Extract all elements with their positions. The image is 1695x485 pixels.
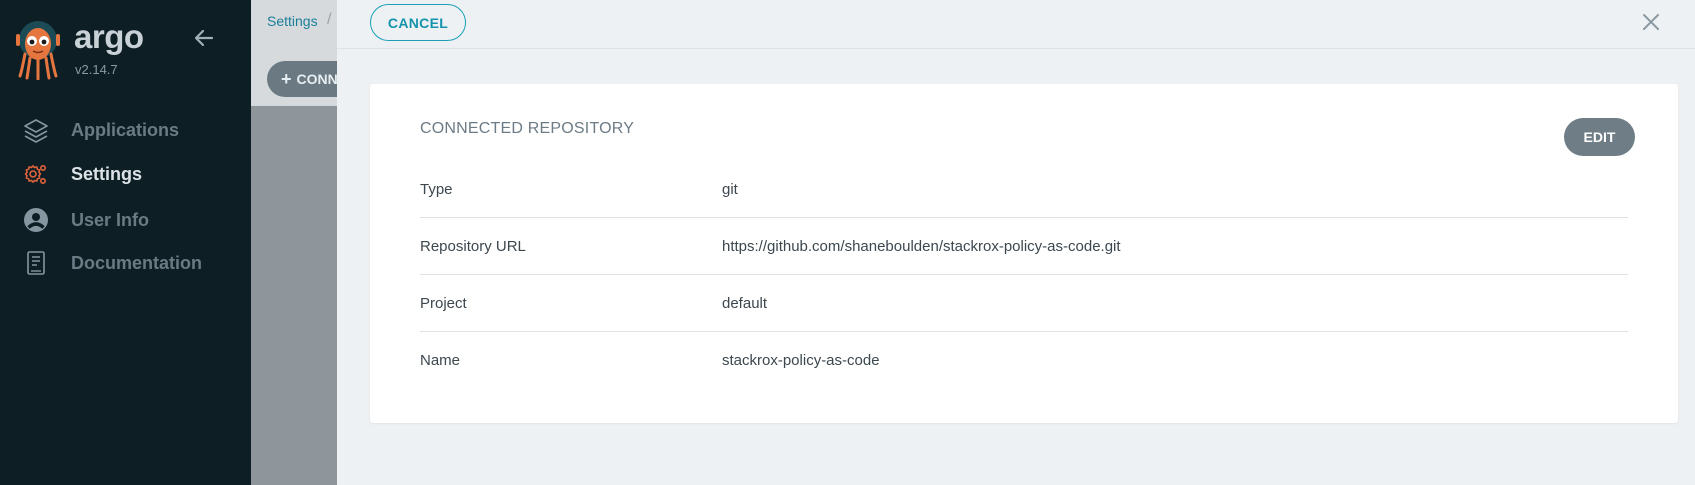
detail-key: Project — [420, 295, 467, 312]
gear-icon — [22, 160, 50, 188]
detail-key: Type — [420, 181, 453, 198]
detail-value: https://github.com/shaneboulden/stackrox… — [722, 238, 1121, 255]
detail-value: stackrox-policy-as-code — [722, 352, 880, 369]
connected-repository-card: CONNECTED REPOSITORY EDIT Type git Repos… — [370, 84, 1678, 423]
sidebar-item-documentation[interactable]: Documentation — [0, 245, 251, 281]
arrow-left-icon — [194, 29, 214, 47]
detail-key: Name — [420, 352, 461, 369]
background-topbar: Settings / + CONNECT — [251, 0, 337, 106]
app-name: argo — [74, 18, 144, 55]
cancel-button[interactable]: CANCEL — [370, 4, 466, 41]
app-version: v2.14.7 — [75, 62, 118, 77]
detail-row-name: Name stackrox-policy-as-code — [420, 332, 1628, 389]
collapse-sidebar-button[interactable] — [190, 24, 218, 52]
sidebar-item-user-info[interactable]: User Info — [0, 202, 251, 238]
breadcrumb-separator: / — [327, 11, 332, 28]
sidebar-item-applications[interactable]: Applications — [0, 112, 251, 148]
sidebar-item-label: Documentation — [71, 252, 203, 273]
connect-repo-button[interactable]: + CONNECT — [267, 61, 337, 97]
plus-icon: + — [281, 69, 292, 89]
detail-value: git — [722, 181, 738, 198]
repository-panel: CANCEL CONNECTED REPOSITORY EDIT Type gi… — [337, 0, 1695, 485]
edit-button[interactable]: EDIT — [1564, 118, 1635, 156]
detail-key: Repository URL — [420, 238, 526, 255]
sidebar-item-label: Settings — [71, 163, 143, 184]
detail-row-project: Project default — [420, 275, 1628, 332]
card-title: CONNECTED REPOSITORY — [420, 120, 635, 137]
layers-icon — [22, 116, 50, 144]
close-icon[interactable] — [1639, 10, 1663, 34]
detail-row-repository-url: Repository URL https://github.com/shaneb… — [420, 218, 1628, 275]
argo-logo — [14, 20, 62, 81]
user-icon — [22, 206, 50, 234]
sidebar-item-label: User Info — [71, 209, 150, 230]
sidebar-item-settings[interactable]: Settings — [0, 156, 251, 192]
detail-row-type: Type git — [420, 161, 1628, 218]
panel-header: CANCEL — [337, 0, 1695, 49]
detail-value: default — [722, 295, 768, 312]
sidebar: argo v2.14.7 Applications Settings User … — [0, 0, 251, 485]
background-page: Settings / + CONNECT — [251, 0, 337, 485]
breadcrumb[interactable]: Settings — [267, 13, 318, 29]
sidebar-item-label: Applications — [71, 119, 180, 140]
connect-label: CONNECT — [296, 71, 337, 87]
book-icon — [22, 249, 50, 277]
